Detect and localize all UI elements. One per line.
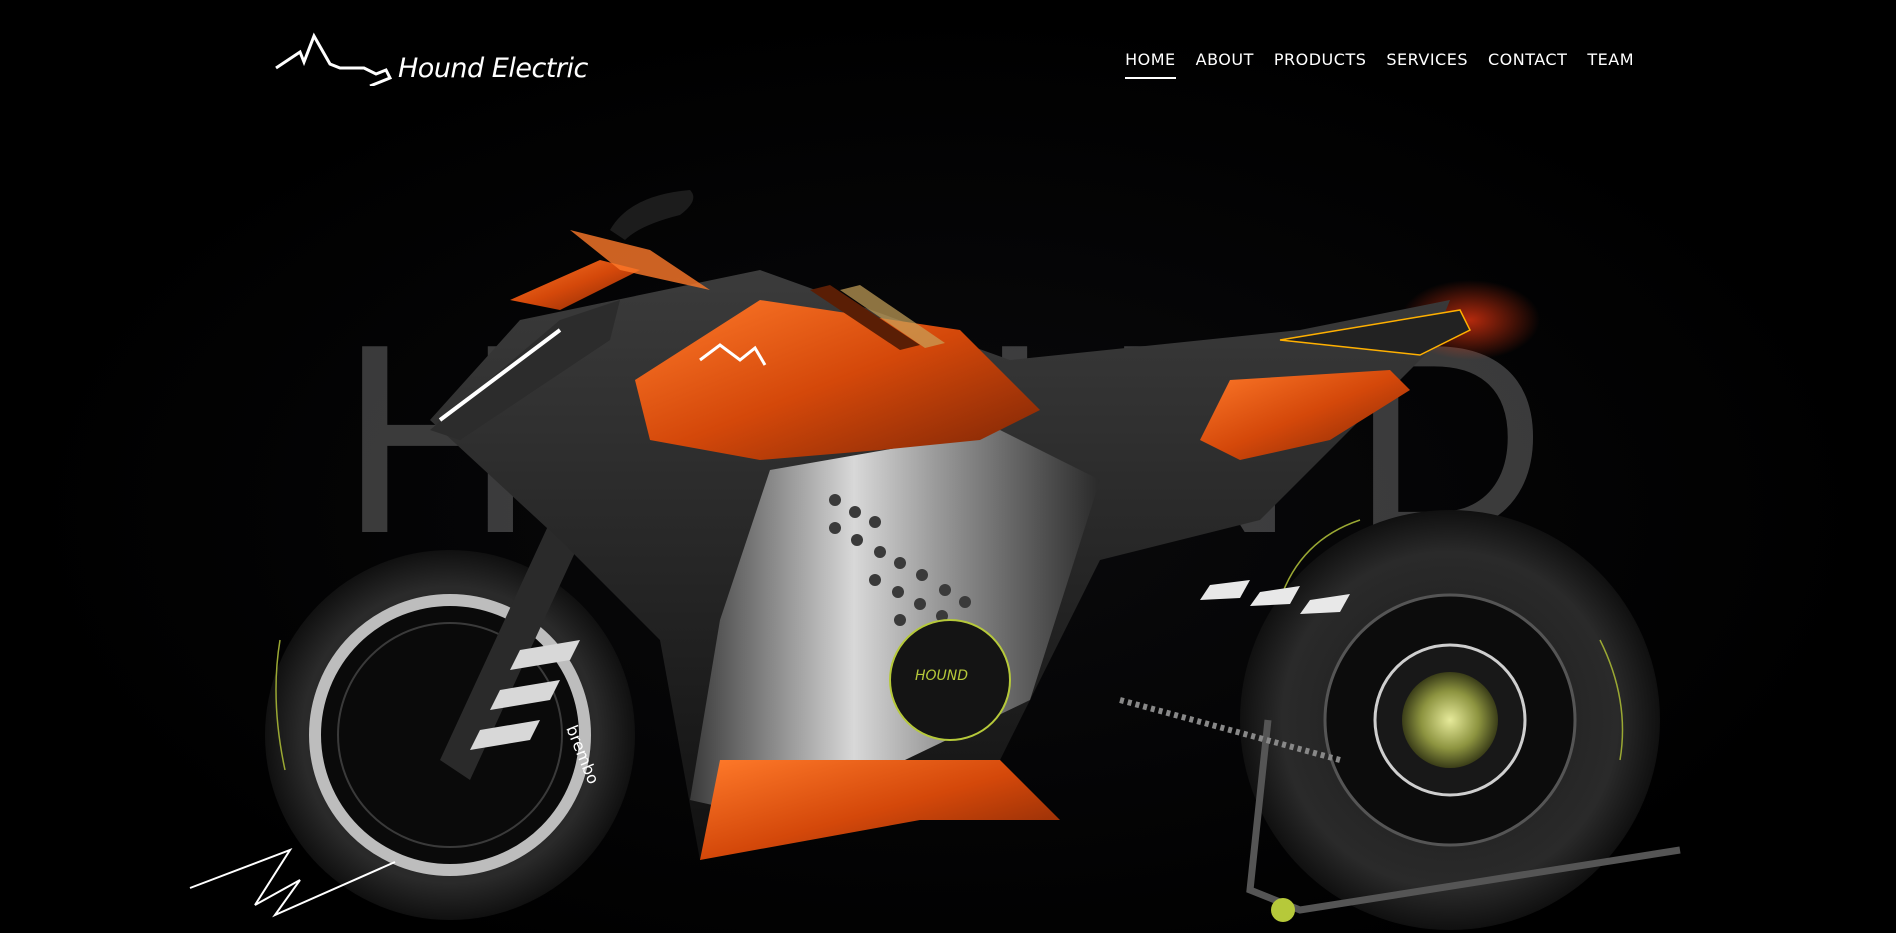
rear-wheel: [1240, 510, 1660, 930]
nav-contact[interactable]: CONTACT: [1488, 50, 1567, 79]
hero: HOUND: [0, 0, 1896, 933]
hound-electric-logo-icon: [275, 32, 393, 86]
main-nav: HOME ABOUT PRODUCTS SERVICES CONTACT TEA…: [1125, 50, 1634, 79]
site-header: Hound Electric HOME ABOUT PRODUCTS SERVI…: [0, 0, 1896, 130]
nav-services[interactable]: SERVICES: [1386, 50, 1468, 79]
mirror: [610, 190, 694, 240]
nav-team[interactable]: TEAM: [1587, 50, 1634, 79]
logo-link[interactable]: Hound Electric: [274, 30, 588, 86]
belly-pan: [700, 760, 1060, 860]
motor-label: HOUND: [915, 668, 968, 684]
motorcycle-illustration: brembo HOUND: [189, 190, 1681, 930]
nav-home[interactable]: HOME: [1125, 50, 1176, 79]
nav-products[interactable]: PRODUCTS: [1274, 50, 1367, 79]
logo-text: Hound Electric: [398, 53, 588, 84]
page: HOUND: [0, 0, 1896, 933]
stand-wheel: [1271, 898, 1295, 922]
rear-hub: [1402, 672, 1498, 768]
nav-about[interactable]: ABOUT: [1196, 50, 1254, 79]
